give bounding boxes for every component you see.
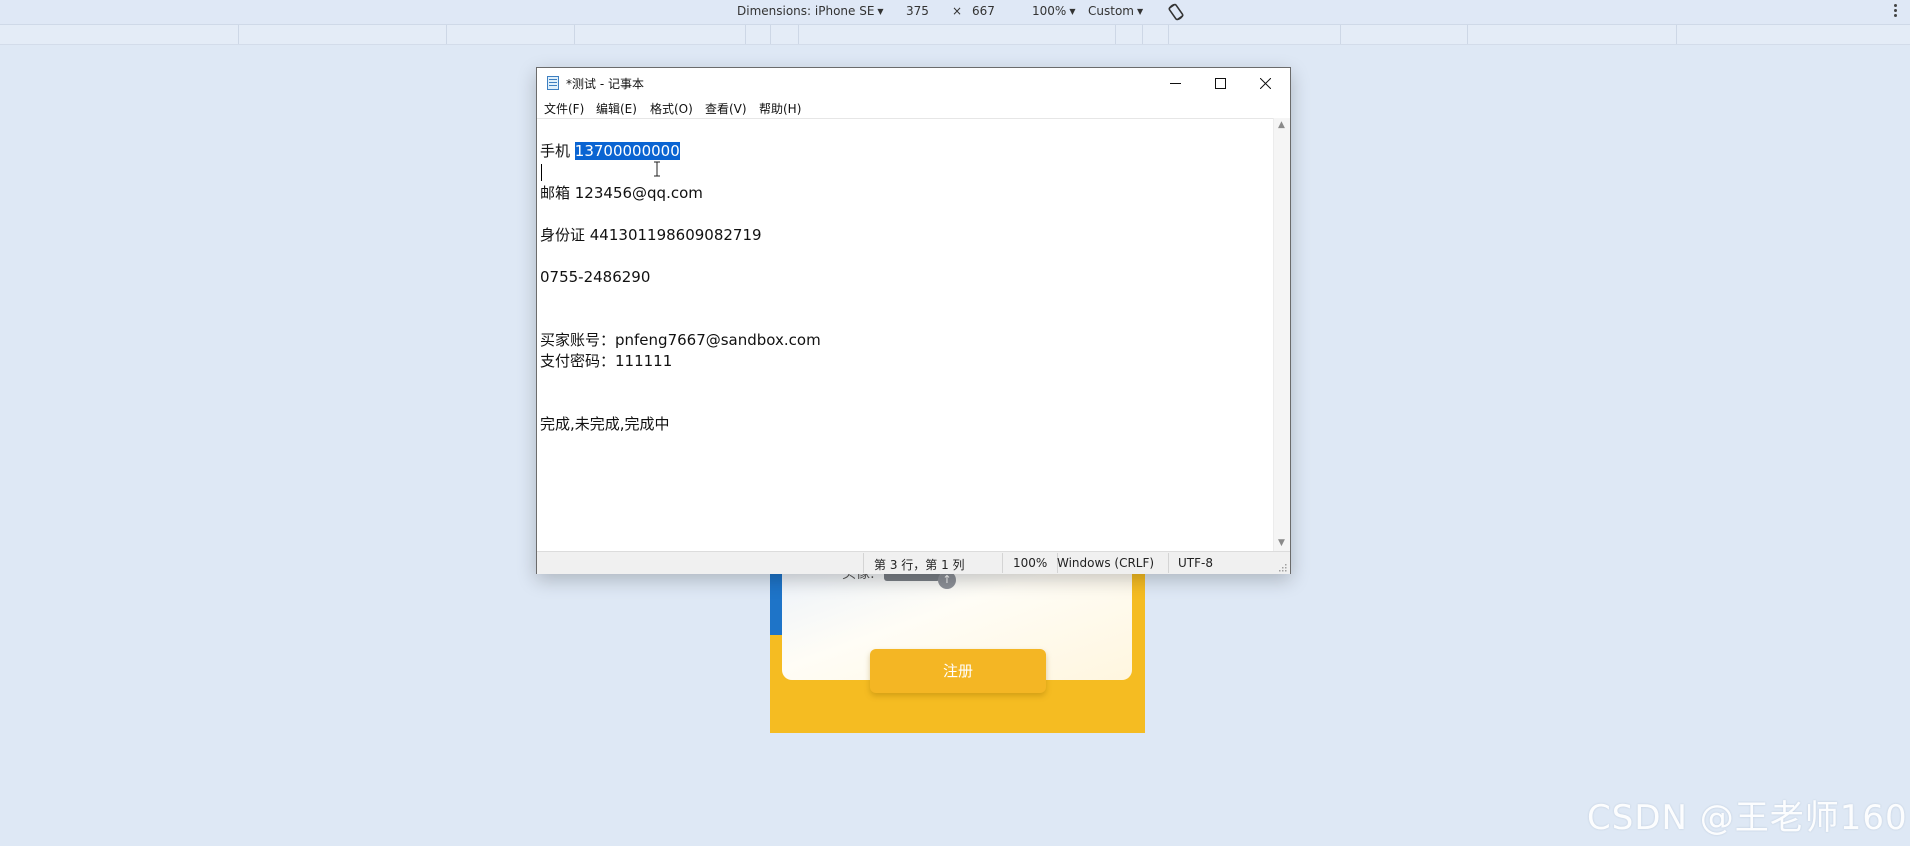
maximize-button[interactable] xyxy=(1198,68,1243,98)
minimize-icon xyxy=(1170,83,1181,84)
title-bar[interactable]: *测试 - 记事本 xyxy=(537,68,1290,98)
device-dimensions-label: Dimensions: iPhone SE xyxy=(737,4,875,18)
text-line-pay-password: 支付密码：111111 xyxy=(540,352,673,370)
text-line-statuses: 完成,未完成,完成中 xyxy=(540,415,670,433)
watermark: CSDN @王老师160 xyxy=(1587,798,1908,838)
minimize-button[interactable] xyxy=(1153,68,1198,98)
status-bar: 第 3 行，第 1 列 100% Windows (CRLF) UTF-8 xyxy=(537,551,1290,574)
scroll-down-icon[interactable]: ▼ xyxy=(1278,538,1285,548)
menu-format[interactable]: 格式(O) xyxy=(650,100,693,117)
cursor-position: 第 3 行，第 1 列 xyxy=(874,558,965,572)
text-line-email: 邮箱 123456@qq.com xyxy=(540,184,703,202)
close-icon xyxy=(1260,78,1271,89)
device-height-input[interactable]: 667 xyxy=(972,4,995,18)
dimension-separator: × xyxy=(952,4,963,18)
notepad-window: *测试 - 记事本 文件(F) 编辑(E) 格式(O) 查看(V) 帮助(H) … xyxy=(536,67,1291,574)
resize-grip-icon[interactable] xyxy=(1277,561,1287,572)
close-button[interactable] xyxy=(1243,68,1288,98)
window-title: *测试 - 记事本 xyxy=(566,77,644,91)
text-caret xyxy=(541,164,542,181)
chevron-down-icon: ▼ xyxy=(1069,7,1076,16)
vertical-scrollbar[interactable]: ▲ ▼ xyxy=(1273,118,1290,551)
encoding: UTF-8 xyxy=(1178,556,1213,570)
text-line-landline: 0755-2486290 xyxy=(540,268,651,286)
throttle-label: Custom xyxy=(1088,4,1134,18)
menu-view[interactable]: 查看(V) xyxy=(705,100,747,117)
phone-label: 手机 xyxy=(540,142,575,160)
chevron-down-icon: ▼ xyxy=(877,7,884,16)
media-query-ruler xyxy=(0,25,1910,45)
mobile-viewport: 头像: ↑ 注册 xyxy=(770,555,1145,733)
zoom-dropdown[interactable]: 100% ▼ xyxy=(1032,4,1075,18)
menu-edit[interactable]: 编辑(E) xyxy=(596,100,637,117)
register-button[interactable]: 注册 xyxy=(870,649,1046,693)
text-editor[interactable]: 手机 13700000000 邮箱 123456@qq.com 身份证 4413… xyxy=(537,118,1273,552)
device-toolbar: Dimensions: iPhone SE ▼ 375 × 667 100% ▼ C… xyxy=(0,0,1910,25)
line-ending: Windows (CRLF) xyxy=(1057,556,1155,570)
throttle-dropdown[interactable]: Custom ▼ xyxy=(1088,4,1143,18)
menu-file[interactable]: 文件(F) xyxy=(544,100,584,117)
scroll-up-icon[interactable]: ▲ xyxy=(1278,120,1285,130)
device-dimensions-dropdown[interactable]: Dimensions: iPhone SE ▼ xyxy=(737,4,884,18)
chevron-down-icon: ▼ xyxy=(1136,7,1144,16)
more-options-icon[interactable] xyxy=(1894,3,1898,19)
ibeam-cursor-icon xyxy=(653,161,661,177)
selected-text: 13700000000 xyxy=(574,142,680,160)
menu-help[interactable]: 帮助(H) xyxy=(759,100,801,117)
text-line-buyer-account: 买家账号：pnfeng7667@sandbox.com xyxy=(540,331,821,349)
rotate-icon[interactable] xyxy=(1166,2,1186,22)
status-zoom: 100% xyxy=(1013,556,1048,570)
text-line-id-card: 身份证 441301198609082719 xyxy=(540,226,762,244)
zoom-label: 100% xyxy=(1032,4,1067,18)
text-line-phone: 手机 13700000000 xyxy=(540,141,680,161)
maximize-icon xyxy=(1215,78,1226,89)
notepad-icon xyxy=(547,76,559,90)
menu-bar: 文件(F) 编辑(E) 格式(O) 查看(V) 帮助(H) xyxy=(537,98,1290,118)
device-width-input[interactable]: 375 xyxy=(906,4,929,18)
